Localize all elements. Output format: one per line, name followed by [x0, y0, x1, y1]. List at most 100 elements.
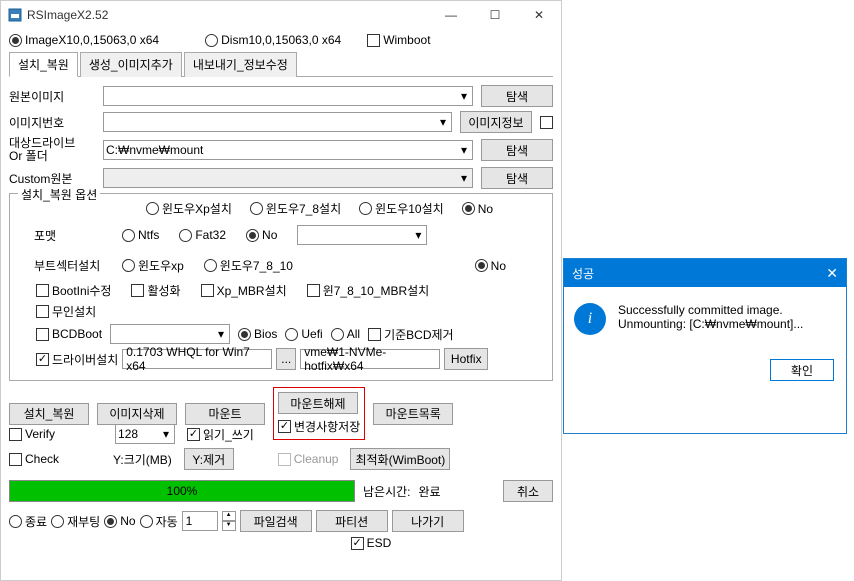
remaining-value: 완료	[419, 483, 441, 500]
checkbox-imageinfo-extra[interactable]	[540, 116, 553, 129]
radio-winxp[interactable]: 윈도우Xp설치	[146, 200, 232, 217]
label-target-drive: 대상드라이브 Or 폴더	[9, 137, 95, 163]
radio-win78[interactable]: 윈도우7_8설치	[250, 200, 341, 217]
combo-format[interactable]: ▾	[297, 225, 427, 245]
chevron-down-icon: ▾	[435, 113, 451, 131]
mount-list-button[interactable]: 마운트목록	[373, 403, 453, 425]
radio-boot-no[interactable]: No	[475, 259, 506, 273]
chevron-down-icon: ▾	[456, 87, 472, 105]
radio-auto[interactable]: 자동	[140, 513, 178, 530]
combo-image-number[interactable]: ▾	[103, 112, 452, 132]
browse-custom-button[interactable]: 탐색	[481, 167, 553, 189]
radio-boot-xp[interactable]: 윈도우xp	[122, 257, 184, 274]
check-check[interactable]: Check	[9, 452, 59, 466]
browse-driver-button[interactable]: ...	[276, 348, 296, 370]
radio-fat32[interactable]: Fat32	[179, 228, 226, 242]
chevron-down-icon: ▾	[158, 425, 174, 443]
combo-128[interactable]: 128▾	[115, 424, 175, 444]
app-icon	[7, 7, 23, 23]
install-options-legend: 설치_복원 옵션	[18, 186, 100, 203]
radio-bios[interactable]: Bios	[238, 327, 277, 341]
image-info-button[interactable]: 이미지정보	[460, 111, 532, 133]
progress-bar: 100%	[9, 480, 355, 502]
mount-button[interactable]: 마운트	[185, 403, 265, 425]
spin-down-icon[interactable]: ▼	[222, 521, 236, 531]
check-wimboot[interactable]: Wimboot	[367, 33, 430, 47]
radio-uefi[interactable]: Uefi	[285, 327, 322, 341]
browse-source-button[interactable]: 탐색	[481, 85, 553, 107]
browse-target-button[interactable]: 탐색	[481, 139, 553, 161]
tabs: 설치_복원 생성_이미지추가 내보내기_정보수정	[9, 51, 553, 77]
check-cleanup[interactable]: Cleanup	[278, 452, 339, 466]
info-icon: i	[574, 303, 606, 335]
check-w7810mbr[interactable]: 윈7_8_10_MBR설치	[307, 282, 430, 299]
check-defaultbcd[interactable]: 기준BCD제거	[368, 326, 454, 343]
radio-boot-7810[interactable]: 윈도우7_8_10	[204, 257, 293, 274]
check-bootini[interactable]: BootIni수정	[36, 282, 111, 299]
file-search-button[interactable]: 파일검색	[240, 510, 312, 532]
maximize-button[interactable]: ☐	[473, 1, 517, 29]
radio-shutdown[interactable]: 종료	[9, 513, 47, 530]
check-bcdboot[interactable]: BCDBoot	[36, 327, 102, 341]
radio-ntfs[interactable]: Ntfs	[122, 228, 159, 242]
combo-bcd[interactable]: ▾	[110, 324, 230, 344]
optimize-button[interactable]: 최적화(WimBoot)	[350, 448, 450, 470]
ydelete-button[interactable]: Y:제거	[184, 448, 234, 470]
tab-create[interactable]: 생성_이미지추가	[80, 52, 182, 77]
radio-end-no[interactable]: No	[104, 514, 135, 528]
tab-export[interactable]: 내보내기_정보수정	[184, 52, 297, 77]
chevron-down-icon: ▾	[456, 141, 472, 159]
minimize-button[interactable]: —	[429, 1, 473, 29]
driver-path-1[interactable]: 0.1703 WHQL for Win7 x64	[122, 349, 272, 369]
close-button[interactable]: ✕	[517, 1, 561, 29]
label-image-number: 이미지번호	[9, 114, 95, 131]
check-activate[interactable]: 활성화	[131, 282, 180, 299]
chevron-down-icon: ▾	[410, 226, 426, 244]
combo-target-drive[interactable]: C:₩nvme₩mount▾	[103, 140, 473, 160]
radio-all[interactable]: All	[331, 327, 360, 341]
radio-format-no[interactable]: No	[246, 228, 277, 242]
dialog-close-button[interactable]: ✕	[826, 265, 838, 282]
radio-win10[interactable]: 윈도우10설치	[359, 200, 444, 217]
install-button[interactable]: 설치_복원	[9, 403, 89, 425]
delete-image-button[interactable]: 이미지삭제	[97, 403, 177, 425]
check-save-changes[interactable]: 변경사항저장	[278, 418, 360, 435]
spinner-value[interactable]: 1	[182, 511, 218, 531]
check-readwrite[interactable]: 읽기_쓰기	[187, 426, 254, 443]
label-custom-source: Custom원본	[9, 170, 95, 187]
radio-reboot[interactable]: 재부팅	[51, 513, 100, 530]
check-esd[interactable]: ESD	[351, 536, 392, 550]
combo-custom-source[interactable]: ▾	[103, 168, 473, 188]
dialog-titlebar: 성공 ✕	[564, 259, 846, 287]
driver-path-2[interactable]: vme₩1-NVMe-hotfix₩x64	[300, 349, 440, 369]
check-verify[interactable]: Verify	[9, 427, 55, 441]
label-remaining: 남은시간:	[363, 483, 411, 500]
main-window: RSImageX2.52 — ☐ ✕ ImageX10,0,15063,0 x6…	[0, 0, 562, 581]
chevron-down-icon: ▾	[456, 169, 472, 187]
progress-text: 100%	[167, 484, 198, 498]
cancel-button[interactable]: 취소	[503, 480, 553, 502]
hotfix-button[interactable]: Hotfix	[444, 348, 488, 370]
spin-up-icon[interactable]: ▲	[222, 511, 236, 521]
label-bootsector: 부트섹터설치	[16, 257, 102, 274]
check-driver[interactable]: 드라이버설치	[36, 351, 118, 368]
titlebar: RSImageX2.52 — ☐ ✕	[1, 1, 561, 29]
radio-win-no[interactable]: No	[462, 202, 493, 216]
check-silent[interactable]: 무인설치	[36, 303, 96, 320]
combo-source-image[interactable]: ▾	[103, 86, 473, 106]
install-options-group: 설치_복원 옵션 윈도우Xp설치 윈도우7_8설치 윈도우10설치 No 포맷 …	[9, 193, 553, 381]
exit-button[interactable]: 나가기	[392, 510, 464, 532]
label-ysize: Y:크기(MB)	[113, 451, 172, 468]
dialog-message: Successfully committed image. Unmounting…	[618, 303, 803, 331]
dialog-ok-button[interactable]: 확인	[770, 359, 834, 381]
chevron-down-icon: ▾	[213, 325, 229, 343]
tab-install[interactable]: 설치_복원	[9, 52, 78, 77]
window-title: RSImageX2.52	[27, 8, 429, 22]
check-xpmbr[interactable]: Xp_MBR설치	[201, 282, 287, 299]
radio-dism[interactable]: Dism10,0,15063,0 x64	[205, 33, 341, 47]
label-format: 포맷	[16, 227, 102, 244]
partition-button[interactable]: 파티션	[316, 510, 388, 532]
radio-imagex[interactable]: ImageX10,0,15063,0 x64	[9, 33, 159, 47]
unmount-button[interactable]: 마운트해제	[278, 392, 358, 414]
dialog-msg-line1: Successfully committed image.	[618, 303, 803, 317]
